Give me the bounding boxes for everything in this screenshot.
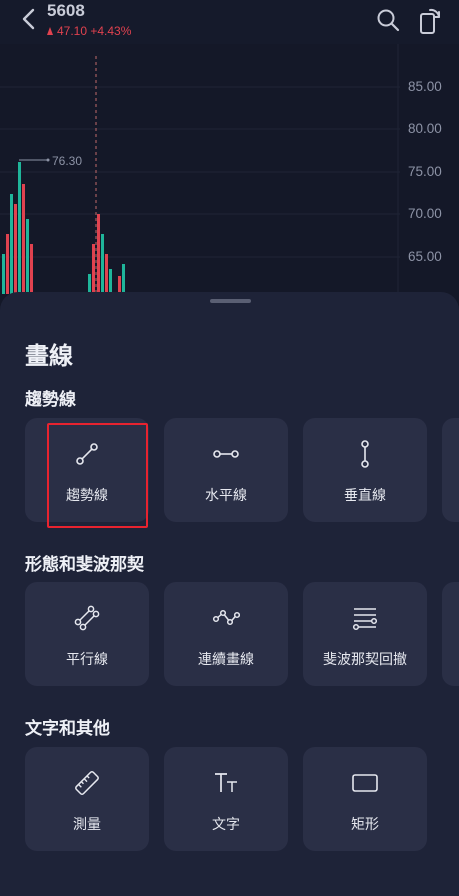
parallel-lines-icon (74, 605, 100, 631)
tool-label: 連續畫線 (198, 651, 254, 667)
y-axis-tick: 65.00 (408, 249, 442, 264)
price-change-text: 47.10 +4.43% (57, 24, 132, 38)
sheet-title: 畫線 (25, 343, 73, 370)
section-title-patterns-fibonacci: 形態和斐波那契 (25, 555, 144, 574)
tool-label: 測量 (73, 816, 101, 832)
section-title-text-other: 文字和其他 (25, 719, 110, 738)
tool-parallel-lines[interactable]: 平行線 (25, 582, 149, 686)
y-axis-tick: 70.00 (408, 206, 442, 221)
selection-highlight (47, 423, 148, 528)
chart-canvas (0, 44, 400, 294)
fibonacci-retracement-icon (352, 608, 378, 631)
y-axis-tick: 80.00 (408, 121, 442, 136)
tool-text[interactable]: 文字 (164, 747, 288, 851)
tool-polyline[interactable]: 連續畫線 (164, 582, 288, 686)
price-chart[interactable]: 85.00 80.00 75.00 70.00 65.00 76.30 (0, 44, 459, 294)
rotate-screen-icon[interactable] (418, 6, 442, 34)
drag-handle[interactable] (210, 299, 251, 303)
down-triangle-icon (47, 27, 53, 35)
tool-label: 斐波那契回撤 (323, 651, 407, 667)
ticker-symbol: 5608 (47, 1, 85, 20)
tool-more[interactable] (442, 418, 459, 522)
tool-more[interactable] (442, 582, 459, 686)
polyline-icon (212, 609, 240, 626)
tool-horizontal-line[interactable]: 水平線 (164, 418, 288, 522)
tool-label: 文字 (212, 816, 240, 832)
tool-label: 垂直線 (344, 487, 386, 503)
text-icon (215, 773, 237, 792)
tool-measure[interactable]: 測量 (25, 747, 149, 851)
high-price-label: 76.30 (52, 154, 83, 168)
tool-rectangle[interactable]: 矩形 (303, 747, 427, 851)
ruler-icon (75, 771, 99, 795)
y-axis-tick: 75.00 (408, 164, 442, 179)
y-axis-tick: 85.00 (408, 79, 442, 94)
section-title-trendlines: 趨勢線 (25, 390, 76, 409)
tool-label: 平行線 (66, 651, 108, 667)
search-icon[interactable] (376, 8, 400, 32)
header: 5608 47.10 +4.43% (0, 0, 459, 44)
price-change: 47.10 +4.43% (47, 24, 131, 38)
tool-label: 水平線 (205, 487, 247, 503)
vertical-line-icon (361, 440, 369, 468)
tool-fibonacci-retracement[interactable]: 斐波那契回撤 (303, 582, 427, 686)
tool-label: 矩形 (351, 816, 379, 832)
drawing-tools-sheet: 畫線 趨勢線 趨勢線 水平線 垂直線 形態和斐波那契 平行線 連續畫線 斐波那契… (0, 292, 459, 896)
horizontal-line-icon (213, 450, 239, 458)
candlesticks (2, 162, 125, 294)
rectangle-icon (352, 774, 378, 792)
back-arrow-icon[interactable] (18, 6, 42, 32)
tool-vertical-line[interactable]: 垂直線 (303, 418, 427, 522)
